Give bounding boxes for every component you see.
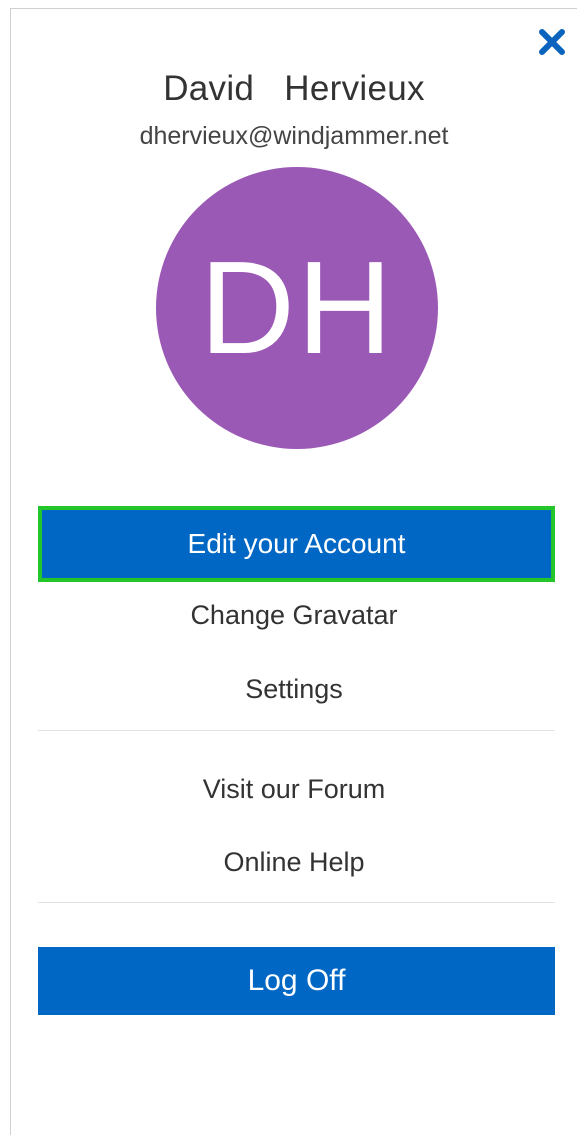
log-off-button[interactable]: Log Off	[38, 947, 555, 1015]
divider	[38, 730, 555, 731]
user-email: dhervieux@windjammer.net	[139, 122, 449, 150]
visit-forum-link[interactable]: Visit our Forum	[11, 774, 577, 805]
divider	[38, 902, 555, 903]
avatar: DH	[156, 167, 438, 449]
close-button[interactable]	[537, 27, 567, 57]
close-icon[interactable]	[537, 27, 567, 57]
edit-account-button[interactable]: Edit your Account	[38, 506, 555, 582]
log-off-label: Log Off	[247, 964, 346, 997]
avatar-initials: DH	[199, 234, 395, 381]
user-name: David Hervieux	[163, 69, 425, 108]
account-panel: David Hervieux dhervieux@windjammer.net …	[10, 8, 577, 1135]
settings-link[interactable]: Settings	[11, 674, 577, 705]
edit-account-label: Edit your Account	[187, 528, 406, 559]
change-gravatar-link[interactable]: Change Gravatar	[11, 600, 577, 631]
online-help-link[interactable]: Online Help	[11, 847, 577, 878]
